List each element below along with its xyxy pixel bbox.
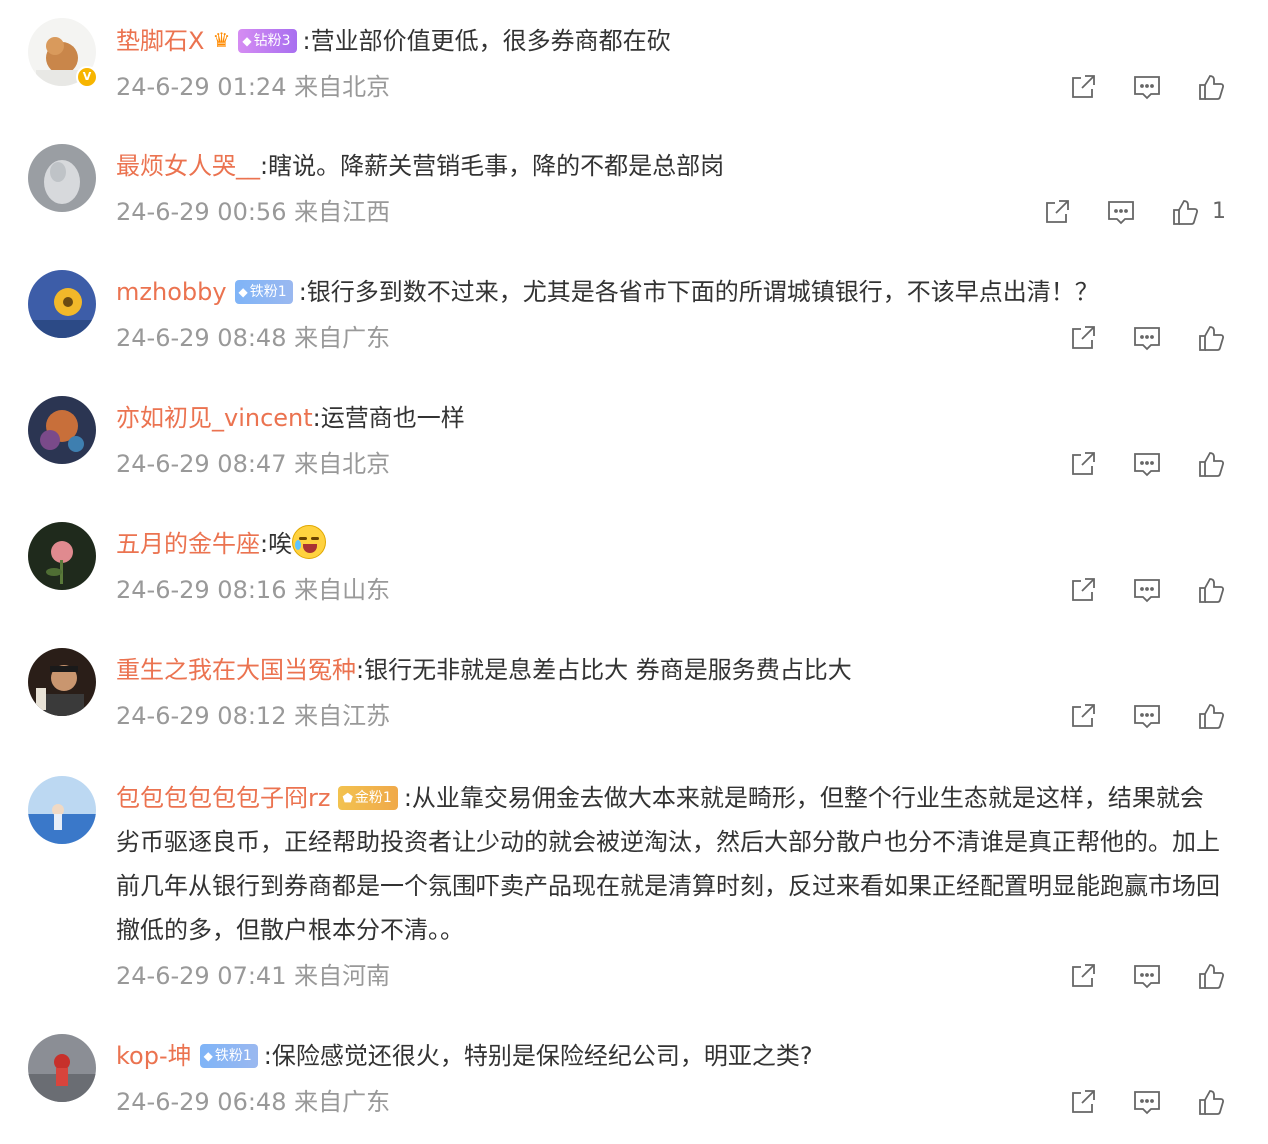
comment-meta: 24-6-29 08:48 来自广东 [116, 316, 1226, 360]
comment-text-line: mzhobby ◆ 铁粉1:银行多到数不过来，尤其是各省市下面的所谓城镇银行，不该早… [116, 270, 1226, 314]
timestamp: 24-6-29 08:16 [116, 576, 287, 604]
comment-actions [1034, 316, 1226, 360]
comment-actions: 1 [1008, 190, 1226, 234]
avatar[interactable] [28, 396, 96, 464]
avatar[interactable] [28, 522, 96, 590]
like-icon[interactable] [1196, 1087, 1226, 1117]
location: 来自江西 [294, 198, 391, 226]
comment-list: V 垫脚石X ♛ ◆ 钻粉3:营业部价值更低，很多券商都在砍 24-6-29 01:2… [0, 0, 1268, 1144]
share-icon[interactable] [1068, 701, 1098, 731]
comment-content: :瞎说。降薪关营销毛事，降的不都是总部岗 [260, 152, 725, 180]
comment-meta: 24-6-29 07:41 来自河南 [116, 954, 1226, 998]
comment-text-line: 五月的金牛座:唉 [116, 522, 1226, 566]
comment-text-line: 包包包包包包子冏rz ⬟ 金粉1:从业靠交易佣金去做大本来就是畸形，但整个行业生态就… [116, 776, 1226, 952]
avatar[interactable] [28, 776, 96, 844]
comment-actions [1034, 1080, 1226, 1124]
like-count: 1 [1212, 199, 1226, 224]
avatar[interactable] [28, 270, 96, 338]
username[interactable]: 亦如初见_vincent [116, 404, 313, 432]
location: 来自山东 [294, 576, 391, 604]
comment-text-line: kop-坤 ◆ 铁粉1:保险感觉还很火，特别是保险经纪公司，明亚之类? [116, 1034, 1226, 1078]
location: 来自北京 [294, 73, 391, 101]
fan-badge[interactable]: ◆ 铁粉1 [234, 280, 293, 304]
comment-meta: 24-6-29 08:12 来自江苏 [116, 694, 1226, 738]
comment-text-line: 最烦女人哭__:瞎说。降薪关营销毛事，降的不都是总部岗 [116, 144, 1226, 188]
comment-icon[interactable] [1132, 449, 1162, 479]
comment-actions [1034, 954, 1226, 998]
avatar[interactable] [28, 144, 96, 212]
location: 来自广东 [294, 324, 391, 352]
comment-icon[interactable] [1106, 197, 1136, 227]
avatar[interactable] [28, 1034, 96, 1102]
comment-icon[interactable] [1132, 701, 1162, 731]
comment-actions [1034, 65, 1226, 109]
share-icon[interactable] [1068, 449, 1098, 479]
comment-content: :银行无非就是息差占比大 券商是服务费占比大 [356, 656, 852, 684]
location: 来自江苏 [294, 702, 391, 730]
like-icon[interactable] [1196, 961, 1226, 991]
timestamp: 24-6-29 06:48 [116, 1088, 287, 1116]
comment-content: :唉 [260, 530, 293, 558]
comment-content: :银行多到数不过来，尤其是各省市下面的所谓城镇银行，不该早点出清！？ [298, 278, 1099, 306]
comment-icon[interactable] [1132, 575, 1162, 605]
like-icon[interactable] [1196, 575, 1226, 605]
like-icon[interactable] [1196, 323, 1226, 353]
comment-meta: 24-6-29 01:24 来自北京 [116, 65, 1226, 109]
avatar[interactable] [28, 648, 96, 716]
username[interactable]: 五月的金牛座 [116, 530, 260, 558]
comment-actions [1034, 568, 1226, 612]
like-icon[interactable] [1196, 72, 1226, 102]
comment-meta: 24-6-29 08:16 来自山东 [116, 568, 1226, 612]
diamond-icon: ◆ [238, 285, 248, 299]
comment-icon[interactable] [1132, 1087, 1162, 1117]
share-icon[interactable] [1068, 72, 1098, 102]
comment-icon[interactable] [1132, 961, 1162, 991]
comment-content: :保险感觉还很火，特别是保险经纪公司，明亚之类? [263, 1042, 813, 1070]
fan-badge[interactable]: ◆ 钻粉3 [238, 29, 297, 53]
username[interactable]: kop-坤 [116, 1042, 192, 1070]
username[interactable]: 最烦女人哭__ [116, 152, 260, 180]
like-icon[interactable] [1196, 449, 1226, 479]
share-icon[interactable] [1068, 323, 1098, 353]
username[interactable]: 重生之我在大国当冤种 [116, 656, 356, 684]
gem-icon: ⬟ [342, 791, 353, 805]
timestamp: 24-6-29 00:56 [116, 198, 287, 226]
share-icon[interactable] [1068, 575, 1098, 605]
comment-meta: 24-6-29 08:47 来自北京 [116, 442, 1226, 486]
fan-badge[interactable]: ⬟ 金粉1 [338, 786, 398, 810]
crown-icon: ♛ [212, 28, 231, 52]
comment-text-line: 亦如初见_vincent:运营商也一样 [116, 396, 1226, 440]
comment-text-line: 重生之我在大国当冤种:银行无非就是息差占比大 券商是服务费占比大 [116, 648, 1226, 692]
username[interactable]: mzhobby [116, 278, 227, 306]
username[interactable]: 垫脚石X [116, 27, 204, 55]
verified-icon: V [76, 66, 98, 88]
share-icon[interactable] [1068, 1087, 1098, 1117]
laugh-cry-emoji-icon [292, 525, 327, 559]
comment-text-line: 垫脚石X ♛ ◆ 钻粉3:营业部价值更低，很多券商都在砍 [116, 18, 1226, 63]
like-icon[interactable] [1170, 197, 1200, 227]
timestamp: 24-6-29 01:24 [116, 73, 287, 101]
timestamp: 24-6-29 08:48 [116, 324, 287, 352]
diamond-icon: ◆ [242, 34, 252, 48]
comment-icon[interactable] [1132, 323, 1162, 353]
share-icon[interactable] [1068, 961, 1098, 991]
timestamp: 24-6-29 07:41 [116, 962, 287, 990]
comment-content: :运营商也一样 [312, 404, 465, 432]
diamond-icon: ◆ [203, 1049, 213, 1063]
timestamp: 24-6-29 08:47 [116, 450, 287, 478]
comment-content: :营业部价值更低，很多券商都在砍 [302, 27, 671, 55]
comment-icon[interactable] [1132, 72, 1162, 102]
location: 来自广东 [294, 1088, 391, 1116]
username[interactable]: 包包包包包包子冏rz [116, 784, 330, 812]
comment-meta: 24-6-29 00:56 来自江西 1 [116, 190, 1226, 234]
fan-badge[interactable]: ◆ 铁粉1 [199, 1044, 258, 1068]
share-icon[interactable] [1042, 197, 1072, 227]
timestamp: 24-6-29 08:12 [116, 702, 287, 730]
comment-actions [1034, 694, 1226, 738]
comment-meta: 24-6-29 06:48 来自广东 [116, 1080, 1226, 1124]
location: 来自北京 [294, 450, 391, 478]
like-icon[interactable] [1196, 701, 1226, 731]
location: 来自河南 [294, 962, 391, 990]
comment-actions [1034, 442, 1226, 486]
